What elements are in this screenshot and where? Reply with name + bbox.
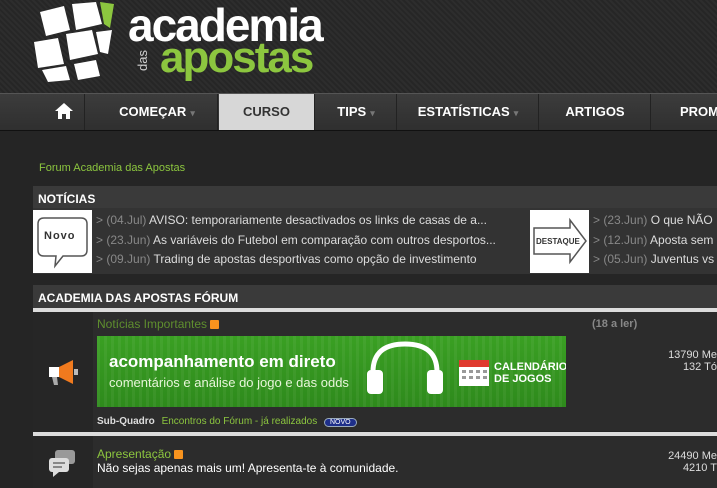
message-count: 24490 Me xyxy=(668,450,717,462)
novo-badge-image: Novo xyxy=(33,210,92,273)
new-badge: NOVO xyxy=(323,418,357,427)
novo-badge-text: Novo xyxy=(44,230,76,242)
chat-bubbles-icon xyxy=(49,450,75,477)
calendar-label: CALENDÁRIO DE JOGOS xyxy=(494,361,566,385)
headphones-icon xyxy=(367,341,443,394)
news-title: Trading de apostas desportivas como opçã… xyxy=(153,252,477,266)
nav-artigos[interactable]: ARTIGOS xyxy=(540,94,651,130)
calendar-icon xyxy=(459,360,489,386)
news-date: > (09.Jun) xyxy=(96,252,151,266)
rss-icon[interactable] xyxy=(174,450,184,459)
news-date: > (12.Jun) xyxy=(593,233,648,247)
nav-tips[interactable]: TIPS ▾ xyxy=(316,94,397,130)
banner-title: acompanhamento em direto xyxy=(109,352,336,371)
nav-artigos-label: ARTIGOS xyxy=(565,104,625,119)
news-title: As variáveis do Futebol em comparação co… xyxy=(153,233,496,247)
nav-curso[interactable]: CURSO xyxy=(219,94,315,130)
logo-ball-icon[interactable] xyxy=(30,2,120,82)
news-title: AVISO: temporariamente desactivados os l… xyxy=(149,213,487,227)
news-title: Aposta sem xyxy=(650,233,714,247)
subforum-label: Sub-Quadro xyxy=(97,416,155,427)
news-item[interactable]: > (23.Jun) O que NÃO xyxy=(593,213,713,227)
news-date: > (05.Jun) xyxy=(593,252,648,266)
news-date: > (23.Jun) xyxy=(96,233,151,247)
nav-tips-label: TIPS xyxy=(337,104,367,119)
forum-title-noticias[interactable]: Notícias Importantes xyxy=(97,317,220,331)
forum-stats: 24490 Me 4210 T xyxy=(668,450,717,474)
site-header: academia das apostas xyxy=(0,0,717,93)
breadcrumb[interactable]: Forum Academia das Apostas xyxy=(39,162,185,174)
main-nav: COMEÇAR ▾ CURSO TIPS ▾ ESTATÍSTICAS ▾ ARTIG… xyxy=(0,93,717,131)
forum-icon-cell xyxy=(33,436,93,488)
news-box: Novo > (04.Jul) AVISO: temporariamente d… xyxy=(33,208,717,274)
nav-comecar-label: COMEÇAR xyxy=(119,104,187,119)
banner-subtitle: comentários e análise do jogo e das odds xyxy=(109,375,349,390)
news-title: O que NÃO xyxy=(650,213,713,227)
destaque-badge-text: DESTAQUE xyxy=(536,237,580,246)
logo-text-apostas[interactable]: apostas xyxy=(160,36,314,80)
nav-home[interactable] xyxy=(44,94,85,130)
forum-title-text: Notícias Importantes xyxy=(97,317,208,331)
forum-title-text: Apresentação xyxy=(97,447,172,461)
topic-count: 4210 T xyxy=(682,462,717,474)
nav-promo-label: PROMO xyxy=(680,104,717,119)
calendar-label-line2: DE JOGOS xyxy=(494,373,552,385)
megaphone-icon xyxy=(49,360,78,385)
news-title: Juventus vs xyxy=(650,252,715,266)
subforum-line: Sub-Quadro Encontros do Fórum - já reali… xyxy=(97,416,357,427)
chevron-down-icon: ▾ xyxy=(370,108,375,118)
chevron-down-icon: ▾ xyxy=(513,108,519,118)
news-list-right: > (23.Jun) O que NÃO > (12.Jun) Aposta s… xyxy=(593,208,717,274)
news-item[interactable]: > (04.Jul) AVISO: temporariamente desact… xyxy=(96,213,487,227)
chevron-down-icon: ▾ xyxy=(190,108,195,118)
home-icon xyxy=(55,103,73,119)
news-item[interactable]: > (23.Jun) As variáveis do Futebol em co… xyxy=(96,233,496,247)
topic-count: 132 Tó xyxy=(682,361,717,373)
subforum-link[interactable]: Encontros do Fórum - já realizados xyxy=(162,416,318,427)
message-count: 13790 Me xyxy=(668,349,717,361)
nav-curso-label: CURSO xyxy=(243,104,290,119)
forum-row: Apresentação Não sejas apenas mais um! A… xyxy=(33,436,717,488)
news-item[interactable]: > (09.Jun) Trading de apostas desportiva… xyxy=(96,252,477,266)
news-list-left: > (04.Jul) AVISO: temporariamente desact… xyxy=(96,208,506,274)
news-item[interactable]: > (05.Jun) Juventus vs xyxy=(593,252,714,266)
news-date: > (04.Jul) xyxy=(96,213,147,227)
forum-title-apresentacao[interactable]: Apresentação xyxy=(97,447,184,461)
forum-description: Não sejas apenas mais um! Apresenta-te à… xyxy=(97,461,399,475)
nav-promo[interactable]: PROMO xyxy=(652,94,717,130)
rss-icon[interactable] xyxy=(210,320,220,329)
news-item[interactable]: > (12.Jun) Aposta sem xyxy=(593,233,713,247)
destaque-badge-image: DESTAQUE xyxy=(530,210,589,273)
news-date: > (23.Jun) xyxy=(593,213,648,227)
forum-icon-cell xyxy=(33,312,93,431)
calendar-label-line1: CALENDÁRIO xyxy=(494,361,566,373)
unread-count: (18 a ler) xyxy=(592,318,638,330)
live-commentary-banner[interactable]: acompanhamento em direto comentários e a… xyxy=(97,336,566,407)
forum-stats: 13790 Me 132 Tó xyxy=(668,349,717,373)
nav-estatisticas[interactable]: ESTATÍSTICAS ▾ xyxy=(398,94,539,130)
nav-estatisticas-label: ESTATÍSTICAS xyxy=(417,104,510,119)
logo-text-das: das xyxy=(135,50,150,71)
nav-comecar[interactable]: COMEÇAR ▾ xyxy=(97,94,218,130)
